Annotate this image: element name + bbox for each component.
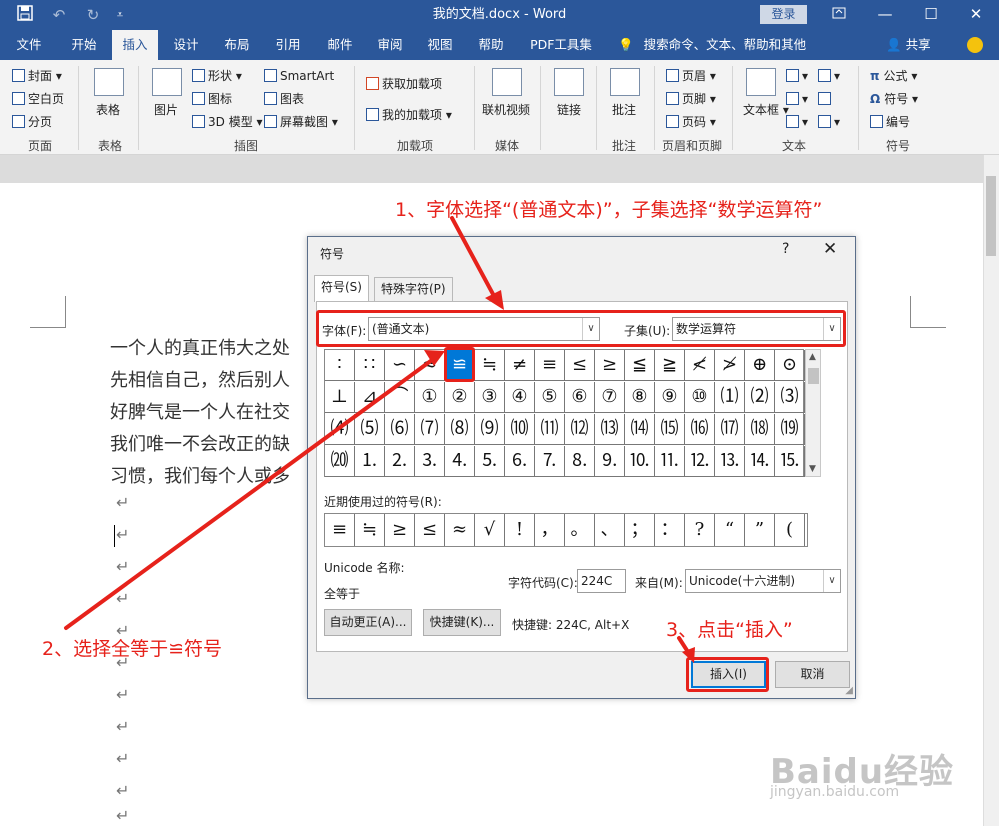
step1-arrow (450, 216, 496, 298)
annotation-step2: 2、选择全等于≌符号 (42, 638, 223, 660)
annotation-step1: 1、字体选择“(普通文本)”，子集选择“数学运算符” (395, 199, 823, 221)
step2-arrow (64, 358, 434, 630)
annotation-arrows (64, 216, 695, 663)
baidu-watermark: Baidu经验 jingyan.baidu.com (770, 744, 980, 804)
watermark-sub: jingyan.baidu.com (770, 784, 900, 800)
annotation-step3: 3、点击“插入” (666, 619, 793, 641)
